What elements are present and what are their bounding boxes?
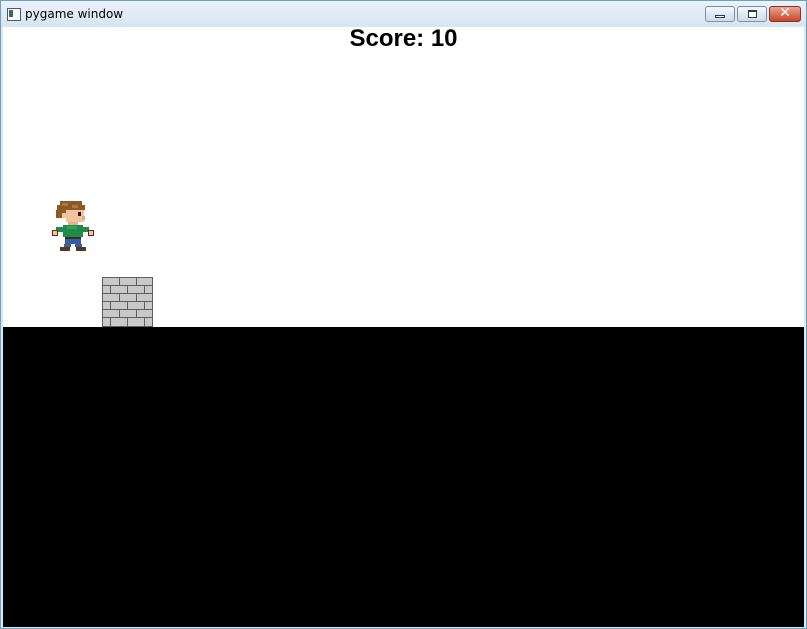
minimize-icon: [715, 15, 725, 18]
score-display: Score: 10: [349, 27, 458, 52]
title-bar[interactable]: pygame window ✕: [1, 1, 806, 27]
close-icon: ✕: [779, 5, 791, 21]
minimize-button[interactable]: [705, 6, 735, 22]
app-window: pygame window ✕ Score: 10: [0, 0, 807, 629]
brick-obstacle: [102, 277, 153, 327]
window-title: pygame window: [25, 7, 124, 21]
game-canvas[interactable]: Score: 10: [3, 27, 804, 627]
ground-area: [3, 327, 804, 627]
maximize-button[interactable]: [737, 6, 767, 22]
player-character: [52, 201, 94, 251]
maximize-icon: [748, 10, 757, 18]
close-button[interactable]: ✕: [769, 5, 801, 22]
app-icon: [7, 8, 21, 21]
